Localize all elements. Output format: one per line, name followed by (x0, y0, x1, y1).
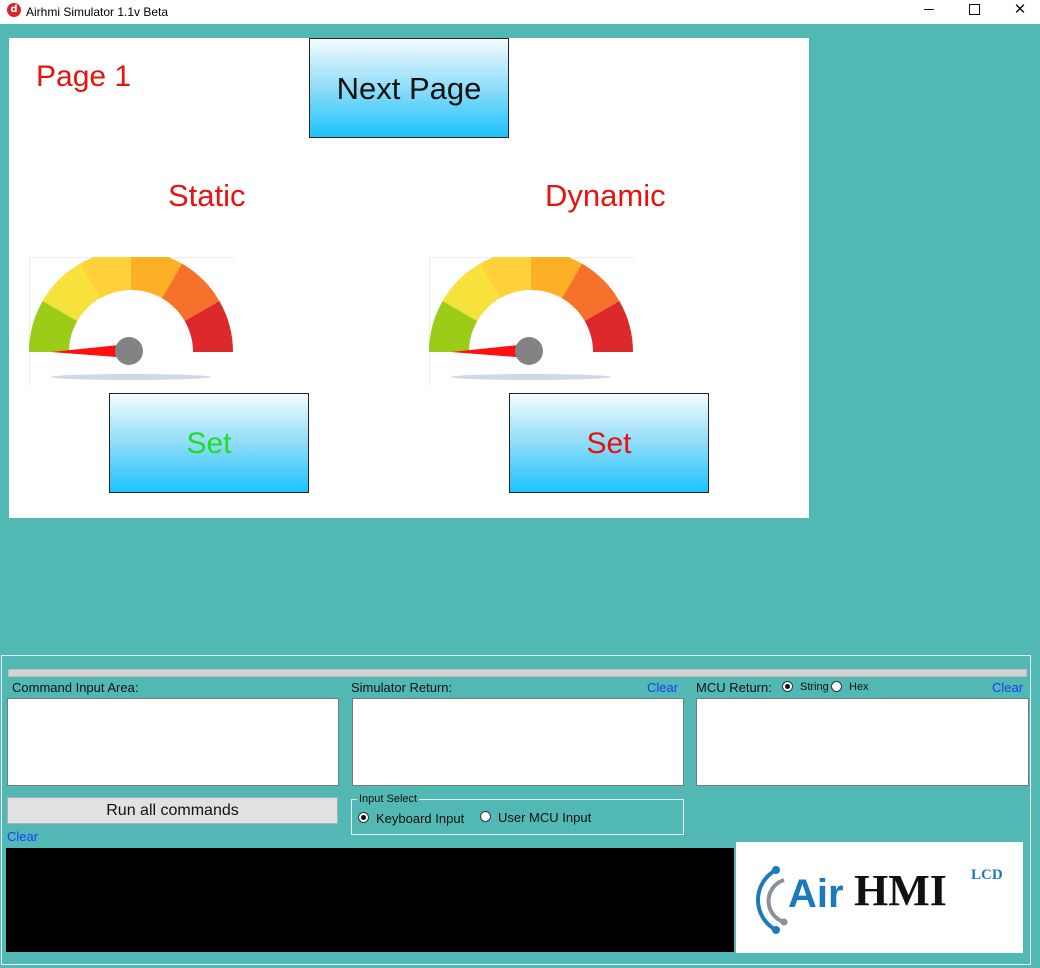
console-output (6, 848, 734, 952)
user-mcu-input-radio[interactable] (480, 811, 491, 822)
static-set-button[interactable]: Set (109, 393, 309, 493)
input-select-legend: Input Select (357, 793, 420, 805)
gauge-hub (115, 337, 143, 365)
logo-air-text: Air (788, 872, 844, 916)
hmi-screen: Page 1 Next Page Static Dynamic Set Set (9, 38, 809, 518)
run-all-commands-button[interactable]: Run all commands (7, 797, 338, 824)
close-button[interactable]: ✕ (997, 0, 1040, 24)
string-radio-label: String (800, 681, 829, 693)
string-radio[interactable] (782, 681, 793, 692)
static-gauge (29, 257, 234, 385)
airhmi-logo-graphic: Air HMI LCD (756, 866, 1003, 934)
gauge-shadow (51, 374, 211, 380)
app-icon: d (7, 3, 21, 17)
maximize-button[interactable] (951, 0, 997, 24)
next-page-button[interactable]: Next Page (309, 38, 509, 138)
close-icon: ✕ (1013, 0, 1027, 18)
keyboard-input-label: Keyboard Input (376, 811, 465, 826)
minimize-icon (924, 9, 934, 10)
keyboard-input-radio[interactable] (358, 812, 369, 823)
simulator-clear-link[interactable]: Clear (647, 680, 678, 695)
maximize-icon (968, 4, 980, 15)
dynamic-gauge-title: Dynamic (545, 178, 666, 213)
dynamic-gauge (429, 257, 634, 385)
page-label: Page 1 (36, 60, 132, 93)
progress-strip (8, 669, 1027, 677)
command-input-textarea[interactable] (7, 698, 339, 786)
gauge-hub (515, 337, 543, 365)
title-bar: d Airhmi Simulator 1.1v Beta ✕ (0, 0, 1040, 24)
logo-hmi-text: HMI (854, 866, 947, 915)
hex-radio-label: Hex (849, 681, 869, 693)
command-input-label: Command Input Area: (12, 680, 139, 695)
airhmi-logo: Air HMI LCD (736, 842, 1023, 953)
dynamic-set-button[interactable]: Set (509, 393, 709, 493)
static-gauge-title: Static (168, 178, 246, 213)
user-mcu-input-label: User MCU Input (498, 810, 592, 825)
hex-radio[interactable] (831, 681, 842, 692)
minimize-button[interactable] (906, 0, 952, 24)
simulator-return-label: Simulator Return: (351, 680, 453, 695)
mcu-return-label: MCU Return: (696, 680, 772, 695)
mcu-return-textarea[interactable] (696, 698, 1029, 786)
control-panel: Command Input Area: Simulator Return: Cl… (0, 655, 1040, 968)
console-clear-link[interactable]: Clear (7, 829, 38, 844)
simulator-return-textarea[interactable] (352, 698, 684, 786)
window-title: Airhmi Simulator 1.1v Beta (26, 5, 169, 19)
mcu-clear-link[interactable]: Clear (992, 680, 1023, 695)
gauge-shadow (451, 374, 611, 380)
logo-lcd-text: LCD (971, 867, 1003, 883)
